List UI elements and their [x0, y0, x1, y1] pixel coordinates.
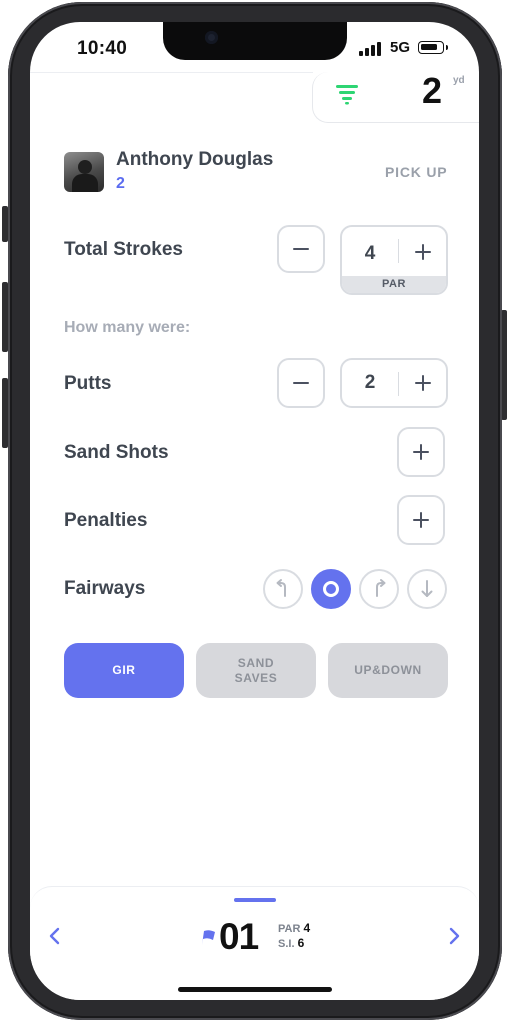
- arrow-down-icon: [421, 580, 433, 597]
- minus-icon: [293, 375, 309, 391]
- sand-saves-label-line2: SAVES: [234, 670, 278, 685]
- gir-toggle[interactable]: GIR: [64, 643, 184, 698]
- hole-si-value: 6: [297, 936, 305, 950]
- yardage-value: 2: [422, 70, 443, 111]
- arrow-up-left-icon: [276, 579, 286, 597]
- minus-icon: [293, 241, 309, 257]
- fairway-miss-right-button[interactable]: [359, 569, 399, 609]
- camera-notch: [163, 22, 347, 60]
- sand-saves-label: SAND SAVES: [235, 656, 278, 686]
- sand-saves-toggle[interactable]: SAND SAVES: [196, 643, 316, 698]
- hole-number: 01: [219, 916, 259, 957]
- fairway-miss-short-button[interactable]: [407, 569, 447, 609]
- home-indicator[interactable]: [178, 987, 332, 992]
- arrow-up-right-icon: [376, 579, 386, 597]
- battery-icon: [418, 41, 444, 54]
- flag-icon: [202, 930, 215, 945]
- up-down-toggle[interactable]: UP&DOWN: [328, 643, 448, 698]
- sand-shots-plus-button[interactable]: [397, 427, 445, 477]
- hole-par: PAR 4: [278, 921, 310, 935]
- hole-par-label: PAR: [278, 923, 301, 935]
- target-circle-icon: [323, 581, 339, 597]
- sheet-grabber[interactable]: [234, 898, 276, 902]
- sand-shots-label: Sand Shots: [64, 442, 169, 463]
- filter-icon[interactable]: [335, 83, 359, 105]
- status-time: 10:40: [77, 38, 128, 59]
- fairway-hit-button[interactable]: [311, 569, 351, 609]
- total-strokes-label: Total Strokes: [64, 239, 183, 260]
- total-strokes-stepper: 4 PAR: [340, 225, 448, 295]
- hole-si-label: S.I.: [278, 938, 295, 950]
- battery-cap: [446, 45, 448, 50]
- header-divider: [30, 72, 313, 73]
- plus-icon: [414, 375, 431, 391]
- penalties-plus-button[interactable]: [397, 495, 445, 545]
- par-badge: PAR: [342, 276, 446, 293]
- total-strokes-minus-button[interactable]: [277, 225, 325, 273]
- fairways-label: Fairways: [64, 578, 146, 599]
- putts-stepper: 2: [340, 358, 448, 408]
- breakdown-hint: How many were:: [64, 319, 191, 336]
- plus-icon: [413, 444, 429, 460]
- signal-icon: [359, 42, 381, 56]
- hole-par-value: 4: [303, 921, 311, 935]
- plus-icon: [413, 512, 429, 528]
- hole-stroke-index: S.I. 6: [278, 936, 304, 950]
- next-hole-button[interactable]: [444, 926, 464, 946]
- putts-value: 2: [364, 372, 376, 393]
- yardage-unit: yd: [453, 75, 465, 86]
- putts-plus-button[interactable]: [399, 360, 446, 406]
- total-strokes-plus-button[interactable]: [399, 227, 446, 277]
- up-down-label: UP&DOWN: [354, 663, 422, 677]
- putts-minus-button[interactable]: [277, 358, 325, 408]
- gir-label: GIR: [112, 663, 136, 677]
- plus-icon: [414, 244, 431, 260]
- player-avatar: [64, 152, 104, 192]
- penalties-label: Penalties: [64, 510, 148, 531]
- sand-saves-label-line1: SAND: [237, 655, 275, 670]
- previous-hole-button[interactable]: [45, 926, 65, 946]
- network-label: 5G: [390, 39, 411, 56]
- phone-screen: 10:40 5G 2 yd Anthony Douglas 2 PICK UP …: [30, 22, 479, 1000]
- front-camera: [205, 31, 218, 44]
- player-name: Anthony Douglas: [116, 149, 274, 170]
- pick-up-button[interactable]: PICK UP: [385, 164, 447, 180]
- total-strokes-value: 4: [364, 243, 376, 264]
- fairway-miss-left-button[interactable]: [263, 569, 303, 609]
- player-score: 2: [116, 175, 125, 192]
- putts-label: Putts: [64, 373, 112, 394]
